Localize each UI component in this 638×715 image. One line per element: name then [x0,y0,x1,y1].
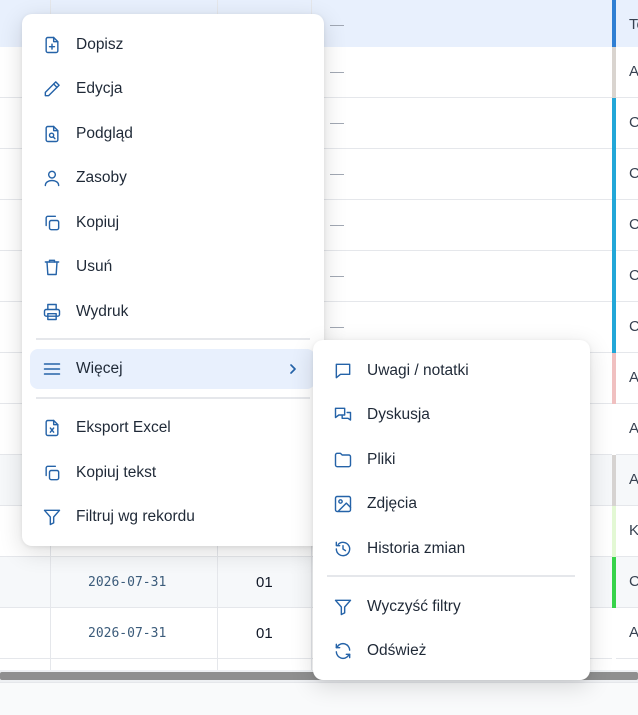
menu-item-usun[interactable]: Usuń [30,247,315,287]
edge-cell-text: C [629,267,638,284]
edge-cell-text: C [629,114,638,131]
menu-item-historia-zmian[interactable]: Historia zmian [321,529,582,569]
status-stripe [612,302,616,353]
file-plus-icon [45,36,59,54]
screen: — Te — A — C — C — C — C — [0,0,638,715]
filter-icon [43,509,61,526]
menu-item-label: Zdjęcia [367,495,417,512]
menu-separator [327,575,575,577]
file-excel-icon [45,419,59,437]
menu-item-label: Dyskusja [367,406,430,423]
cell-dash: — [330,165,344,181]
cell-dash: — [330,318,344,334]
submenu-wiecej: Uwagi / notatki Dyskusja Pliki Zdjęcia H… [313,340,590,680]
edge-cell-text: C [629,573,638,590]
menu-item-kopiuj-tekst[interactable]: Kopiuj tekst [30,453,315,493]
cell-code: 01 [256,625,273,642]
menu-item-label: Wydruk [76,303,129,320]
menu-item-pliki[interactable]: Pliki [321,440,582,480]
cell-date: 2026-07-31 [88,575,167,590]
status-stripe [612,47,616,98]
menu-item-label: Eksport Excel [76,419,171,436]
menu-item-zdjecia[interactable]: Zdjęcia [321,484,582,524]
history-icon [335,541,351,557]
image-icon [334,495,352,513]
trash-icon [44,259,60,276]
status-stripe [612,455,616,506]
grid-footer [0,682,638,715]
edge-cell-text: A [629,369,638,386]
menu-item-label: Uwagi / notatki [367,362,469,379]
copy-text-icon [45,465,60,481]
edge-cell-text: A [629,624,638,641]
menu-item-label: Historia zmian [367,540,466,557]
edge-cell-text: A [629,63,638,80]
menu-item-filtruj-wg-rekordu[interactable]: Filtruj wg rekordu [30,497,315,537]
menu-item-wyczysc-filtry[interactable]: Wyczyść filtry [321,587,582,627]
menu-item-label: Usuń [76,258,113,275]
menu-item-kopiuj[interactable]: Kopiuj [30,203,315,243]
copy-icon [45,215,60,231]
cell-dash: — [330,216,344,232]
comment-icon [335,363,351,379]
menu-item-odswiez[interactable]: Odśwież [321,631,582,671]
menu-item-label: Zasoby [76,169,127,186]
cell-dash: — [330,63,344,79]
cell-dash: — [330,16,344,32]
chevron-right-icon [290,364,296,374]
menu-item-label: Kopiuj [76,214,120,231]
menu-item-dopisz[interactable]: Dopisz [30,25,315,65]
status-stripe [612,557,616,608]
edge-cell-text: K [629,522,638,539]
menu-item-label: Podgląd [76,125,133,142]
menu-item-podglad[interactable]: Podgląd [30,114,315,154]
status-stripe [612,149,616,200]
printer-icon [43,303,61,321]
status-stripe [612,251,616,302]
file-search-icon [45,125,59,143]
status-stripe [612,353,616,404]
status-stripe [612,98,616,149]
menu-item-wydruk[interactable]: Wydruk [30,292,315,332]
edge-cell-text: A [629,471,638,488]
pencil-icon [44,81,60,97]
cell-code: 01 [256,574,273,591]
cell-date: 2026-07-31 [88,626,167,641]
status-stripe [612,404,616,455]
edge-cell-text: C [629,165,638,182]
user-icon [44,170,60,187]
menu-item-dyskusja[interactable]: Dyskusja [321,395,582,435]
menu-item-label: Odśwież [367,642,427,659]
menu-item-eksport-excel[interactable]: Eksport Excel [30,408,315,448]
menu-item-wiecej[interactable]: Więcej [30,349,315,389]
status-stripe [612,506,616,557]
menu-item-uwagi-notatki[interactable]: Uwagi / notatki [321,351,582,391]
menu-item-edycja[interactable]: Edycja [30,69,315,109]
menu-item-label: Więcej [76,360,123,377]
edge-cell-text: A [629,420,638,437]
menu-item-label: Filtruj wg rekordu [76,508,195,525]
status-stripe [612,608,616,659]
cell-dash: — [330,267,344,283]
menu-item-label: Dopisz [76,36,124,53]
menu-item-label: Edycja [76,80,123,97]
refresh-icon [335,642,351,660]
menu-item-label: Wyczyść filtry [367,598,461,615]
status-stripe [612,0,616,51]
status-stripe [612,200,616,251]
edge-cell-text: Te [629,16,638,33]
menu-separator [36,338,310,340]
filter-clear-icon [334,599,352,616]
discussion-icon [334,407,352,421]
edge-cell-text: C [629,318,638,335]
menu-item-zasoby[interactable]: Zasoby [30,158,315,198]
menu-separator [36,397,310,399]
menu-lines-icon [43,363,61,375]
folder-icon [334,452,352,468]
context-menu: Dopisz Edycja Podgląd Zasoby Kopiuj Usuń… [22,14,324,546]
edge-cell-text: C [629,216,638,233]
menu-item-label: Kopiuj tekst [76,464,157,481]
cell-dash: — [330,114,344,130]
menu-item-label: Pliki [367,451,396,468]
